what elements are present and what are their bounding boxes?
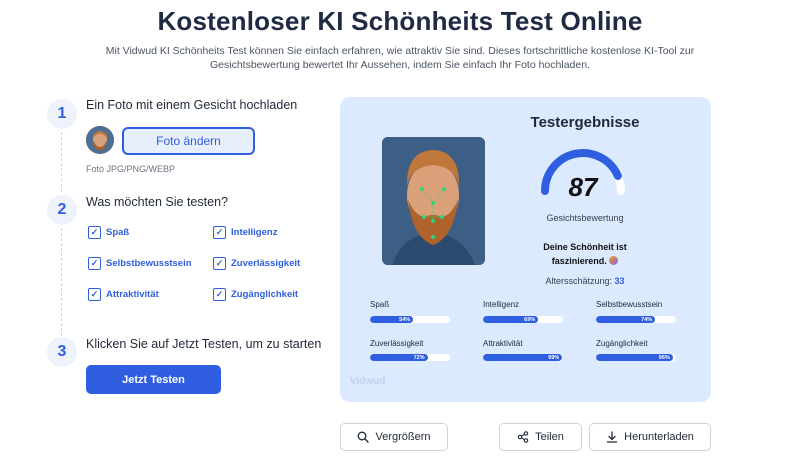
score-label: Gesichtsbewertung — [546, 213, 624, 223]
metric-bar: 96% — [596, 354, 676, 361]
option-zugaenglichkeit[interactable]: ✓ Zugänglichkeit — [213, 288, 298, 301]
check-icon: ✓ — [213, 288, 226, 301]
download-button[interactable]: Herunterladen — [589, 423, 711, 451]
page-subtitle: Mit Vidwud KI Schönheits Test können Sie… — [105, 45, 695, 71]
check-icon: ✓ — [213, 257, 226, 270]
uploaded-photo-thumbnail[interactable] — [86, 126, 114, 154]
metric-label: Intelligenz — [483, 300, 520, 309]
beauty-verdict: Deine Schönheit ist faszinierend. — [543, 242, 627, 266]
check-icon: ✓ — [88, 257, 101, 270]
metric-bar: 54% — [370, 316, 450, 323]
age-estimate: Altersschätzung: 33 — [545, 276, 625, 286]
step-1-title: Ein Foto mit einem Gesicht hochladen — [86, 98, 298, 112]
check-icon: ✓ — [213, 226, 226, 239]
step-connector — [61, 132, 62, 192]
option-intelligenz[interactable]: ✓ Intelligenz — [213, 226, 277, 239]
metric-bar-fill: 74% — [596, 316, 656, 323]
metric-bar-fill: 99% — [483, 354, 563, 361]
result-face-photo — [382, 137, 485, 265]
zoom-button[interactable]: Vergrößern — [340, 423, 448, 451]
option-zuverlaessigkeit[interactable]: ✓ Zuverlässigkeit — [213, 257, 300, 270]
page-title: Kostenloser KI Schönheits Test Online — [157, 6, 643, 36]
share-button[interactable]: Teilen — [499, 423, 582, 451]
search-icon — [358, 431, 370, 443]
watermark: Vidwud — [350, 376, 386, 387]
option-selbstbewusstsein[interactable]: ✓ Selbstbewusstsein — [88, 257, 192, 270]
step-3-title: Klicken Sie auf Jetzt Testen, um zu star… — [86, 337, 322, 351]
metric-label: Zuverlässigkeit — [370, 339, 424, 348]
option-spass[interactable]: ✓ Spaß — [88, 226, 129, 239]
metric-label: Attraktivität — [483, 339, 523, 348]
supported-formats: Foto JPG/PNG/WEBP — [86, 164, 176, 174]
metric-bar: 74% — [596, 316, 676, 323]
step-1-number: 1 — [47, 99, 77, 129]
metric-label: Selbstbewusstsein — [596, 300, 663, 309]
step-2-number: 2 — [47, 195, 77, 225]
check-icon: ✓ — [88, 288, 101, 301]
metric-label: Zugänglichkeit — [596, 339, 648, 348]
results-title: Testergebnisse — [530, 114, 640, 131]
metric-bar-fill: 96% — [596, 354, 673, 361]
metric-bar: 99% — [483, 354, 563, 361]
share-icon — [517, 431, 529, 443]
metric-bar-fill: 72% — [370, 354, 428, 361]
metric-bar-fill: 54% — [370, 316, 414, 323]
step-connector — [61, 228, 62, 336]
start-test-button[interactable]: Jetzt Testen — [86, 365, 221, 394]
metric-bar: 72% — [370, 354, 450, 361]
metric-bar-fill: 69% — [483, 316, 539, 323]
download-icon — [606, 431, 618, 443]
score-value: 87 — [568, 172, 598, 202]
emoji-icon — [609, 256, 619, 265]
check-icon: ✓ — [88, 226, 101, 239]
metric-bar: 69% — [483, 316, 563, 323]
metric-label: Spaß — [370, 300, 390, 309]
change-photo-button[interactable]: Foto ändern — [122, 127, 255, 155]
option-attraktivitaet[interactable]: ✓ Attraktivität — [88, 288, 159, 301]
step-3-number: 3 — [47, 337, 77, 367]
step-2-title: Was möchten Sie testen? — [86, 195, 228, 209]
